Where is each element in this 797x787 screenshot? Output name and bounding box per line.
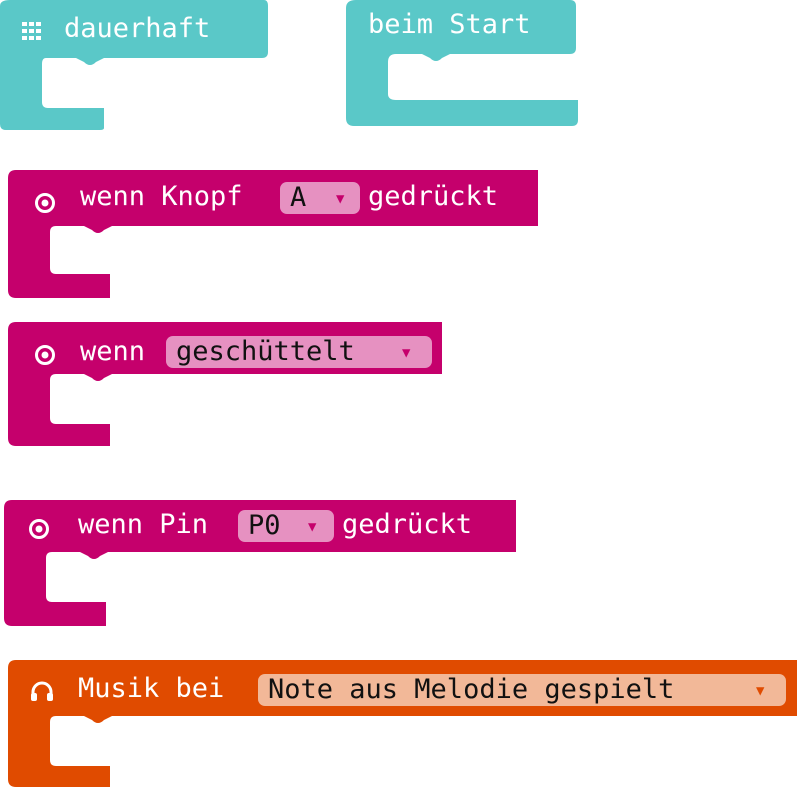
chevron-down-icon: ▼ [756,683,765,699]
target-icon [34,192,56,218]
pin-dropdown[interactable]: P0 ▼ [238,510,334,542]
grid-icon [22,22,44,44]
pin-pressed-block[interactable]: wenn Pin P0 ▼ gedrückt [4,500,518,626]
button-pressed-suffix: gedrückt [368,181,499,212]
gesture-dropdown[interactable]: geschüttelt ▼ [166,336,432,368]
button-dropdown-value: A [290,182,307,213]
on-start-label: beim Start [368,9,531,40]
pin-pressed-suffix: gedrückt [342,509,473,540]
target-icon [28,518,50,544]
pin-pressed-prefix: wenn Pin [78,509,209,540]
button-pressed-prefix: wenn Knopf [80,181,243,212]
music-event-block[interactable]: Musik bei Note aus Melodie gespielt ▼ [8,660,797,787]
gesture-dropdown-value: geschüttelt [176,336,355,367]
melody-event-dropdown-value: Note aus Melodie gespielt [268,674,675,705]
chevron-down-icon: ▼ [402,345,411,361]
forever-block[interactable]: dauerhaft [0,0,270,130]
chevron-down-icon: ▼ [308,519,317,535]
target-icon [34,344,56,370]
button-dropdown[interactable]: A ▼ [280,182,360,214]
gesture-prefix: wenn [80,336,146,367]
chevron-down-icon: ▼ [336,191,345,207]
headphones-icon [30,680,54,706]
pin-dropdown-value: P0 [248,510,281,541]
forever-label: dauerhaft [64,13,211,44]
button-pressed-block[interactable]: wenn Knopf A ▼ gedrückt [8,170,540,298]
on-start-block[interactable]: beim Start [346,0,578,126]
melody-event-dropdown[interactable]: Note aus Melodie gespielt ▼ [258,674,786,706]
music-event-prefix: Musik bei [78,673,225,704]
gesture-block[interactable]: wenn geschüttelt ▼ [8,322,444,446]
